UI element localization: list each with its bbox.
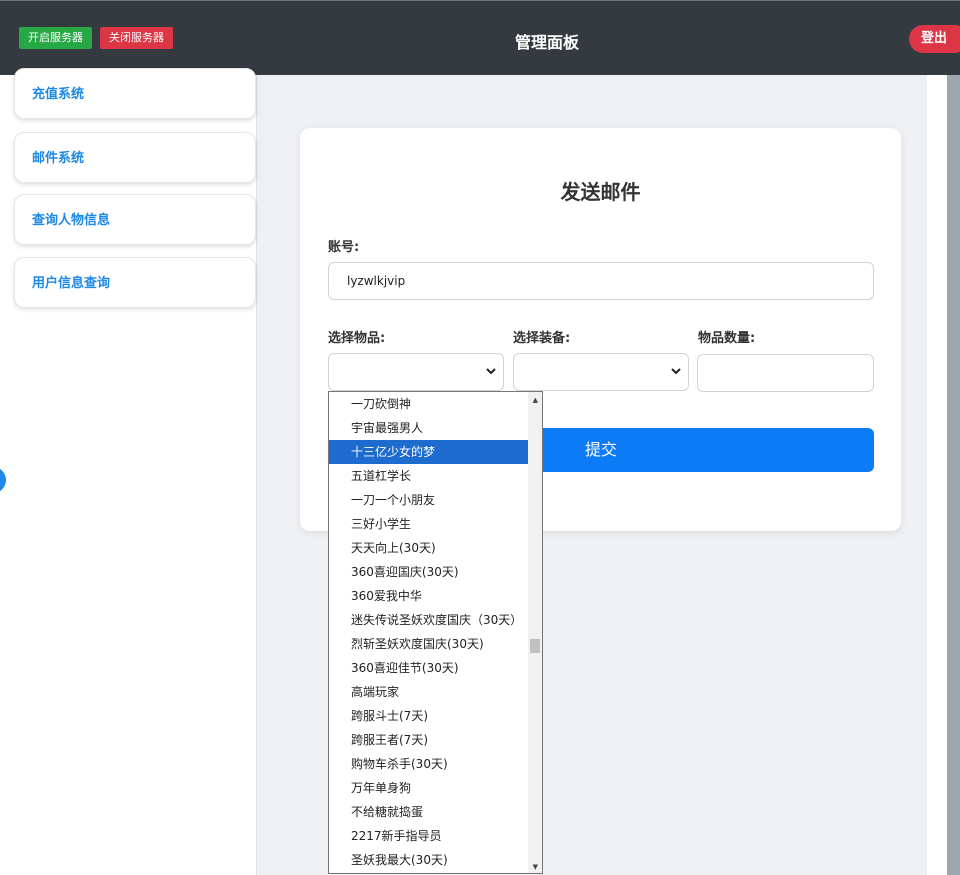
sidebar-item-mail[interactable]: 邮件系统 xyxy=(14,132,256,183)
dropdown-option[interactable]: 十三亿少女的梦 xyxy=(329,440,542,464)
dropdown-option[interactable]: 迷失传说圣妖欢度国庆（30天） xyxy=(329,608,542,632)
item-select-label: 选择物品: xyxy=(328,327,385,346)
start-server-button[interactable]: 开启服务器 xyxy=(19,27,92,49)
account-label: 账号: xyxy=(328,236,359,255)
scroll-down-icon[interactable]: ▼ xyxy=(533,863,538,871)
dropdown-option[interactable]: 跨服斗士(7天) xyxy=(329,704,542,728)
chevron-down-icon xyxy=(670,364,682,378)
dropdown-option[interactable]: 2217新手指导员 xyxy=(329,824,542,848)
dropdown-option[interactable]: 360喜迎佳节(30天) xyxy=(329,656,542,680)
item-select[interactable] xyxy=(328,353,504,391)
equip-select-label: 选择装备: xyxy=(513,327,570,346)
top-header: 开启服务器 关闭服务器 管理面板 登出 xyxy=(0,0,960,75)
sidebar: 充值系统 邮件系统 查询人物信息 用户信息查询 xyxy=(0,75,257,875)
dropdown-option[interactable]: 烈斩圣妖欢度国庆(30天) xyxy=(329,632,542,656)
dropdown-option[interactable]: 宇宙最强男人 xyxy=(329,416,542,440)
dropdown-option[interactable]: 不给糖就捣蛋 xyxy=(329,800,542,824)
right-gutter xyxy=(927,75,947,875)
chevron-down-icon xyxy=(485,364,497,378)
page-scrollbar[interactable] xyxy=(947,75,960,875)
sidebar-item-character-info[interactable]: 查询人物信息 xyxy=(14,194,256,245)
dropdown-option[interactable]: 一刀砍倒神 xyxy=(329,392,542,416)
dropdown-option[interactable]: 圣妖我最大(30天) xyxy=(329,848,542,872)
dropdown-option[interactable]: 五道杠学长 xyxy=(329,464,542,488)
dropdown-option[interactable]: 跨服王者(7天) xyxy=(329,728,542,752)
sidebar-item-recharge[interactable]: 充值系统 xyxy=(14,68,256,119)
dropdown-option[interactable]: 360爱我中华 xyxy=(329,584,542,608)
dropdown-scrollbar[interactable]: ▲ ▼ xyxy=(528,392,542,874)
dropdown-option[interactable]: 万年单身狗 xyxy=(329,776,542,800)
dropdown-option[interactable]: 一刀一个小朋友 xyxy=(329,488,542,512)
item-options-list[interactable]: 一刀砍倒神宇宙最强男人十三亿少女的梦五道杠学长一刀一个小朋友三好小学生天天向上(… xyxy=(328,391,543,874)
equip-select[interactable] xyxy=(513,353,689,391)
dropdown-option[interactable]: 购物车杀手(30天) xyxy=(329,752,542,776)
dropdown-option[interactable]: 天天向上(30天) xyxy=(329,536,542,560)
quantity-input[interactable] xyxy=(697,354,874,392)
account-input[interactable]: lyzwlkjvip xyxy=(328,262,874,300)
logout-button[interactable]: 登出 xyxy=(909,25,960,53)
scroll-thumb[interactable] xyxy=(530,639,540,653)
dropdown-option[interactable]: 三好小学生 xyxy=(329,512,542,536)
quantity-label: 物品数量: xyxy=(698,327,755,346)
stop-server-button[interactable]: 关闭服务器 xyxy=(100,27,173,49)
form-title: 发送邮件 xyxy=(300,176,901,205)
scroll-up-icon[interactable]: ▲ xyxy=(533,396,538,404)
sidebar-item-user-info[interactable]: 用户信息查询 xyxy=(14,257,256,308)
dropdown-option[interactable]: 360喜迎国庆(30天) xyxy=(329,560,542,584)
page-title: 管理面板 xyxy=(447,29,647,53)
dropdown-option[interactable]: 高端玩家 xyxy=(329,680,542,704)
